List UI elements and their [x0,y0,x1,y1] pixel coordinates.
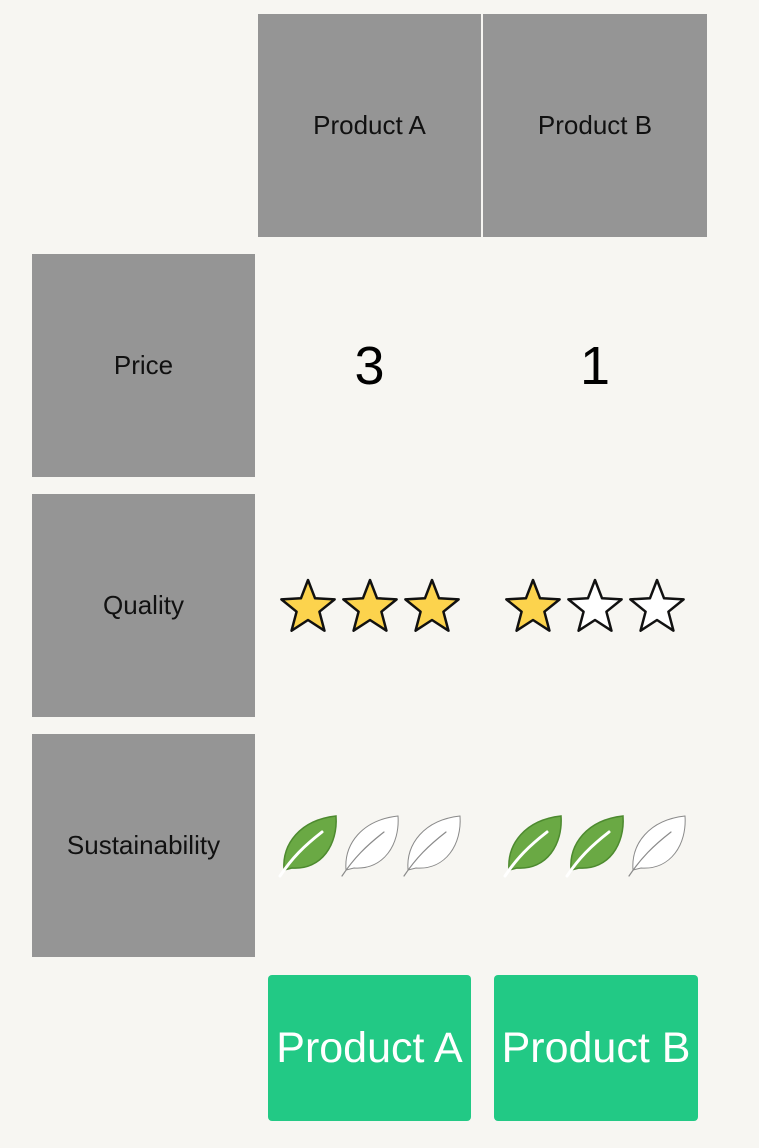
star-filled-icon [341,578,398,632]
star-filled-icon [403,578,460,632]
star-rating [503,576,687,636]
leaf-empty-icon [402,814,461,877]
price-value-product-b: 1 [483,254,707,477]
star-empty-icon [629,578,685,632]
row-header-label: Sustainability [66,830,221,860]
row-header-label: Price [113,350,174,380]
column-header-label: Product B [537,110,653,140]
row-header-label: Quality [103,590,184,620]
column-header-product-b: Product B [483,14,707,237]
quality-rating-product-b [483,494,707,717]
sustainability-rating-product-a [258,734,481,957]
leaf-filled-icon [278,814,337,877]
choose-product-b-button[interactable]: Product B [494,975,698,1121]
row-header-price: Price [32,254,255,477]
column-header-product-a: Product A [258,14,481,237]
row-header-quality: Quality [32,494,255,717]
leaf-filled-icon [503,814,562,877]
star-filled-icon [279,578,336,632]
star-empty-icon [567,578,623,632]
leaf-empty-icon [340,814,399,877]
leaf-rating [278,814,462,878]
column-header-label: Product A [313,110,426,140]
quality-rating-product-a [258,494,481,717]
row-header-sustainability: Sustainability [32,734,255,957]
leaf-rating [503,814,687,878]
price-value-product-a: 3 [258,254,481,477]
sustainability-rating-product-b [483,734,707,957]
comparison-table: Product A Product B Price Quality Sustai… [0,0,759,1148]
star-rating [278,576,462,636]
price-value: 3 [354,335,385,396]
leaf-filled-icon [565,814,624,877]
star-filled-icon [505,578,561,632]
choose-product-a-button[interactable]: Product A [268,975,471,1121]
price-value: 1 [579,335,611,396]
leaf-empty-icon [628,814,686,877]
